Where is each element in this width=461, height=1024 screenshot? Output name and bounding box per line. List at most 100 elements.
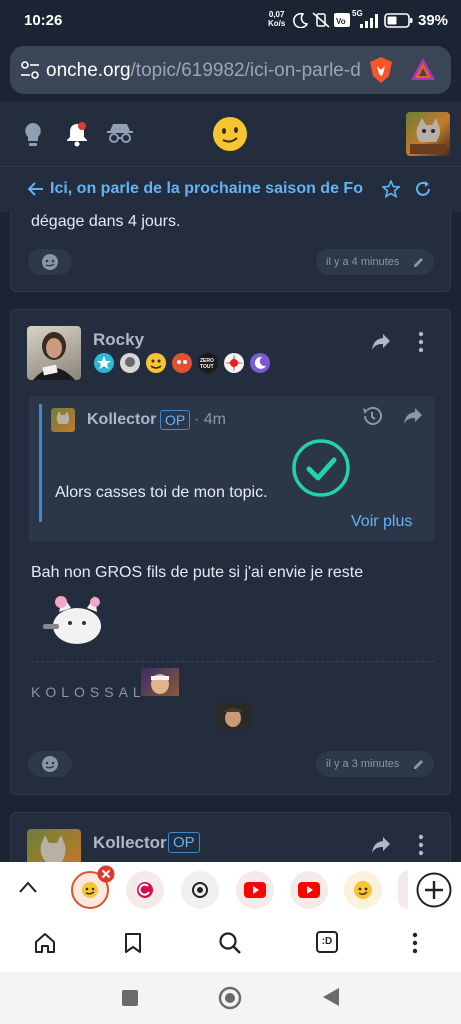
recents-icon[interactable] [121,989,139,1007]
next-author-name[interactable]: Kollector [93,833,167,853]
onche-tab-2-icon [354,881,372,899]
brave-rewards-icon[interactable] [410,57,436,81]
tab-youtube-2[interactable] [290,871,328,909]
signature-text: KOLOSSAL [31,684,146,700]
tab-debian[interactable] [126,871,164,909]
close-tab-icon[interactable] [97,865,115,883]
user-avatar[interactable] [406,112,450,156]
more-options-icon[interactable] [417,331,425,353]
volte-icon: Vo [334,13,350,27]
badge-rising-sun-icon [224,353,244,373]
speed-unit: Ko/s [268,19,286,28]
next-share-icon[interactable] [371,836,391,854]
share-icon[interactable] [371,333,391,351]
vibrate-off-icon [312,12,330,28]
quoted-message: Kollector OP · 4m Alors casses toi de mo… [29,396,434,542]
back-button-icon[interactable] [322,987,340,1007]
reaction-smiley-icon [42,254,58,270]
url-text[interactable]: onche.org/topic/619982/ici-on-parle-d [46,60,366,82]
author-name[interactable]: Rocky [93,330,144,350]
url-host: onche.org [46,60,131,81]
signature-face-2-icon [223,708,243,727]
quote-text: Alors casses toi de mon topic. [55,484,268,501]
post-card: Rocky ZERO TOUT Kollector OP · 4m Alors c… [10,309,451,795]
quote-author-avatar[interactable] [51,408,75,432]
brave-shield-icon[interactable] [368,56,394,84]
cat-sticker-image-icon [43,596,101,644]
post-text: Bah non GROS fils de pute si j'ai envie … [31,564,364,581]
author-avatar[interactable] [27,326,81,380]
lightbulb-icon[interactable] [23,122,43,148]
quote-author-name[interactable]: Kollector [87,411,156,429]
battery-level: 39% [418,12,449,29]
tabs-bar [0,862,461,916]
next-op-badge: OP [168,832,200,853]
post-reaction-button[interactable] [28,751,72,777]
svg-text:Vo: Vo [336,17,346,26]
history-icon[interactable] [361,405,383,427]
browser-menu-icon[interactable] [411,932,419,954]
new-tab-plus-icon[interactable] [416,872,452,908]
cat-sticker [39,590,105,646]
tab-partial[interactable] [398,871,408,909]
cat-avatar-small-icon [56,411,70,424]
topic-bar: Ici, on parle de la prochaine saison de … [0,166,461,212]
signature-image-2 [215,702,251,730]
debian-icon [137,882,153,898]
home-button-icon[interactable] [218,986,242,1010]
signal-icon [360,14,378,28]
badge-star-icon [94,353,114,373]
system-navigation [0,972,461,1024]
previous-post-card: dégage dans 4 jours. il y a 4 minutes [10,212,451,292]
previous-post-text: dégage dans 4 jours. [31,213,181,230]
back-arrow-icon[interactable] [28,182,44,196]
author-photo-icon [33,332,75,380]
post-time-label: il y a 3 minutes [326,758,400,770]
youtube-icon-2 [298,882,320,898]
home-icon[interactable] [34,932,56,954]
badge-zero-tout-icon: ZEROTOUT [198,353,218,373]
speed-value: 0,07 [268,10,285,19]
tab-youtube-1[interactable] [236,871,274,909]
tab-openai[interactable] [181,871,219,909]
refresh-icon[interactable] [414,180,432,198]
status-bar: 10:26 0,07 Ko/s Vo 5G 39% [0,0,461,40]
tab-onche-2[interactable] [344,871,382,909]
tabs-button[interactable]: :D [316,931,338,953]
status-time: 10:26 [24,12,63,29]
onche-tab-icon [82,882,98,898]
battery-icon [384,13,413,28]
badge-smiley-icon [146,353,166,373]
star-icon[interactable] [382,180,400,198]
quote-bar [39,404,42,522]
quote-share-icon[interactable] [403,407,423,425]
notification-bell-icon[interactable] [65,120,89,148]
chevron-up-icon[interactable] [18,880,38,894]
post-time-pill: il y a 3 minutes [316,751,434,777]
quote-time: · 4m [194,411,226,428]
cat-avatar-icon [410,118,446,154]
topic-title[interactable]: Ici, on parle de la prochaine saison de … [50,180,370,198]
badge-face-icon [120,353,140,373]
edit-pencil-icon [414,258,423,267]
check-circle-icon [292,439,350,497]
youtube-icon [244,882,266,898]
search-icon[interactable] [218,931,242,955]
bookmark-icon[interactable] [124,932,142,954]
post-time-text: il y a 4 minutes [326,256,400,268]
site-settings-icon[interactable] [20,61,40,79]
onche-logo-smiley[interactable] [212,116,248,152]
incognito-icon[interactable] [107,122,133,144]
author-badges: ZERO TOUT [93,352,283,376]
signature-image [141,668,179,696]
see-more-link[interactable]: Voir plus [351,513,412,531]
post-reaction-smiley-icon [42,756,58,772]
post-time: il y a 4 minutes [316,249,434,275]
next-more-options-icon[interactable] [417,834,425,856]
reaction-button[interactable] [28,249,72,275]
svg-text:TOUT: TOUT [200,364,214,370]
signature-divider [31,661,434,662]
url-bar[interactable]: onche.org/topic/619982/ici-on-parle-d [10,46,451,94]
moon-icon [293,12,308,28]
browser-toolbar: :D [0,916,461,972]
